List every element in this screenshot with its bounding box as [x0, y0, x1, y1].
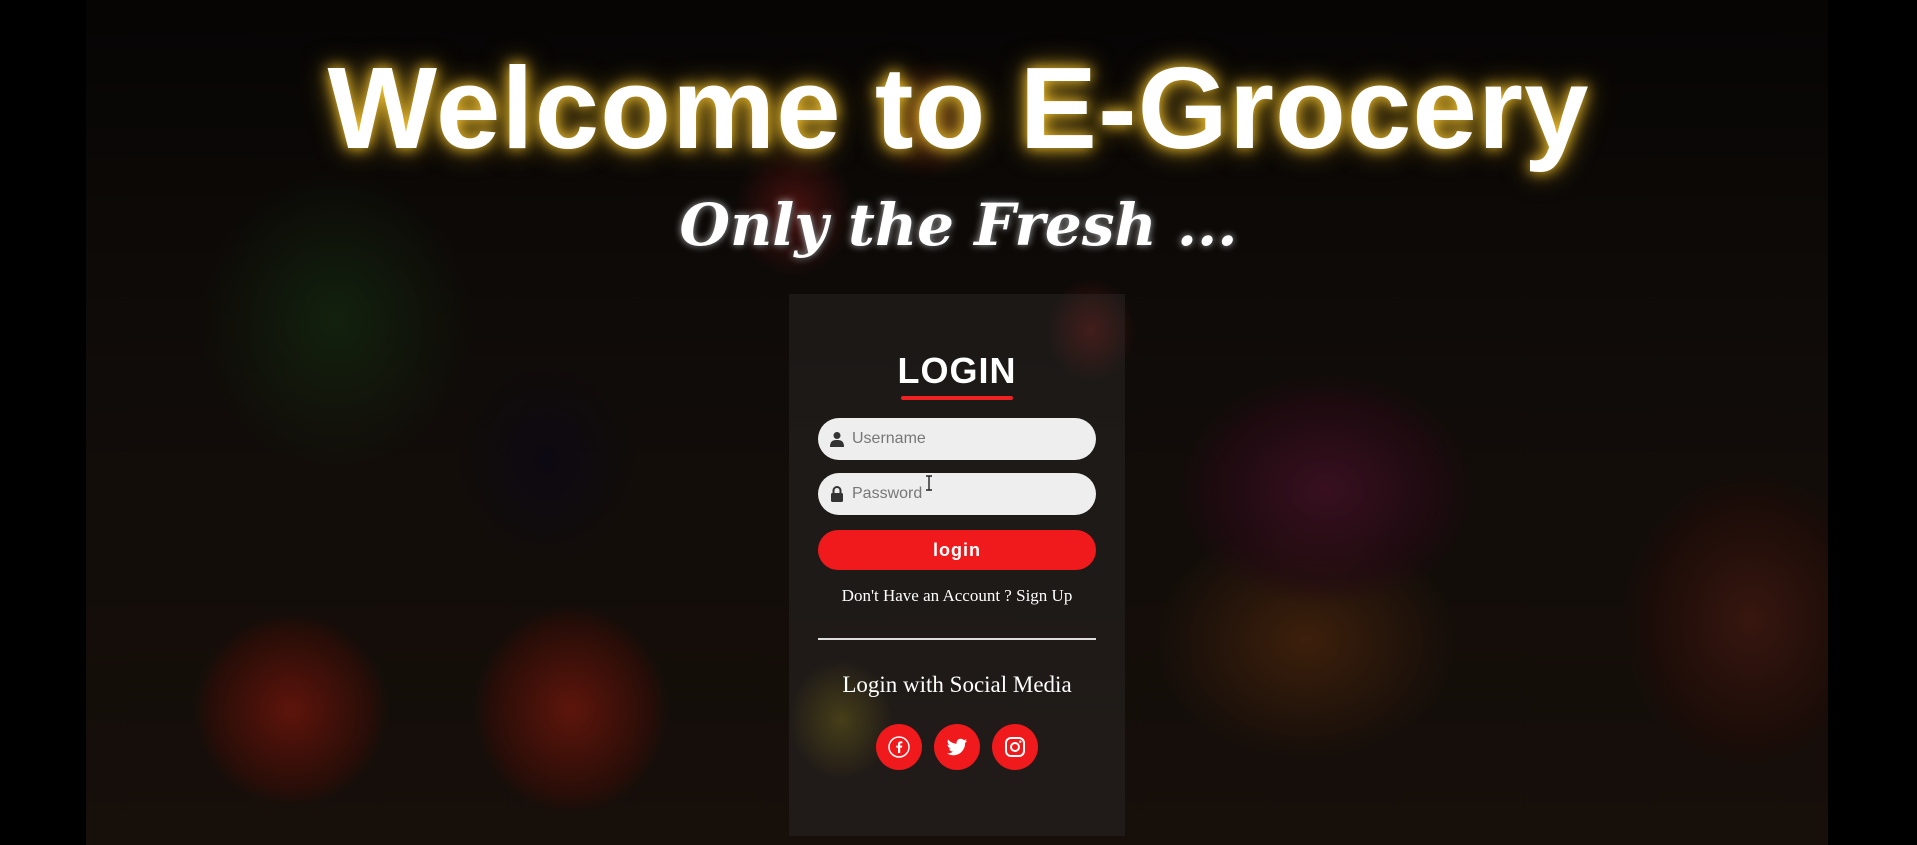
- social-login-title: Login with Social Media: [842, 672, 1072, 697]
- password-input[interactable]: [852, 473, 1096, 515]
- divider: [818, 638, 1096, 640]
- signup-prompt: Don't Have an Account ? Sign Up: [789, 586, 1125, 606]
- lock-icon: [831, 486, 843, 502]
- signup-link[interactable]: Sign Up: [1016, 586, 1072, 605]
- no-account-text: Don't Have an Account ?: [841, 586, 1017, 605]
- username-input[interactable]: [852, 418, 1096, 460]
- username-field[interactable]: [818, 418, 1096, 460]
- login-button[interactable]: login: [818, 530, 1096, 570]
- instagram-icon: [1005, 737, 1025, 757]
- twitter-button[interactable]: [934, 724, 980, 770]
- facebook-icon: [888, 736, 910, 758]
- login-heading-underline: [901, 396, 1013, 400]
- twitter-icon: [946, 738, 968, 756]
- page-title: Welcome to E-Grocery: [327, 43, 1590, 173]
- social-buttons: [789, 724, 1125, 770]
- user-icon: [830, 432, 844, 447]
- tagline: Only the Fresh ...: [679, 191, 1238, 259]
- login-heading: LOGIN: [897, 350, 1017, 391]
- text-cursor-icon: [926, 475, 932, 491]
- password-field[interactable]: [818, 473, 1096, 515]
- facebook-button[interactable]: [876, 724, 922, 770]
- instagram-button[interactable]: [992, 724, 1038, 770]
- login-panel: LOGIN login Don't Have an Account ? Sign…: [789, 294, 1125, 836]
